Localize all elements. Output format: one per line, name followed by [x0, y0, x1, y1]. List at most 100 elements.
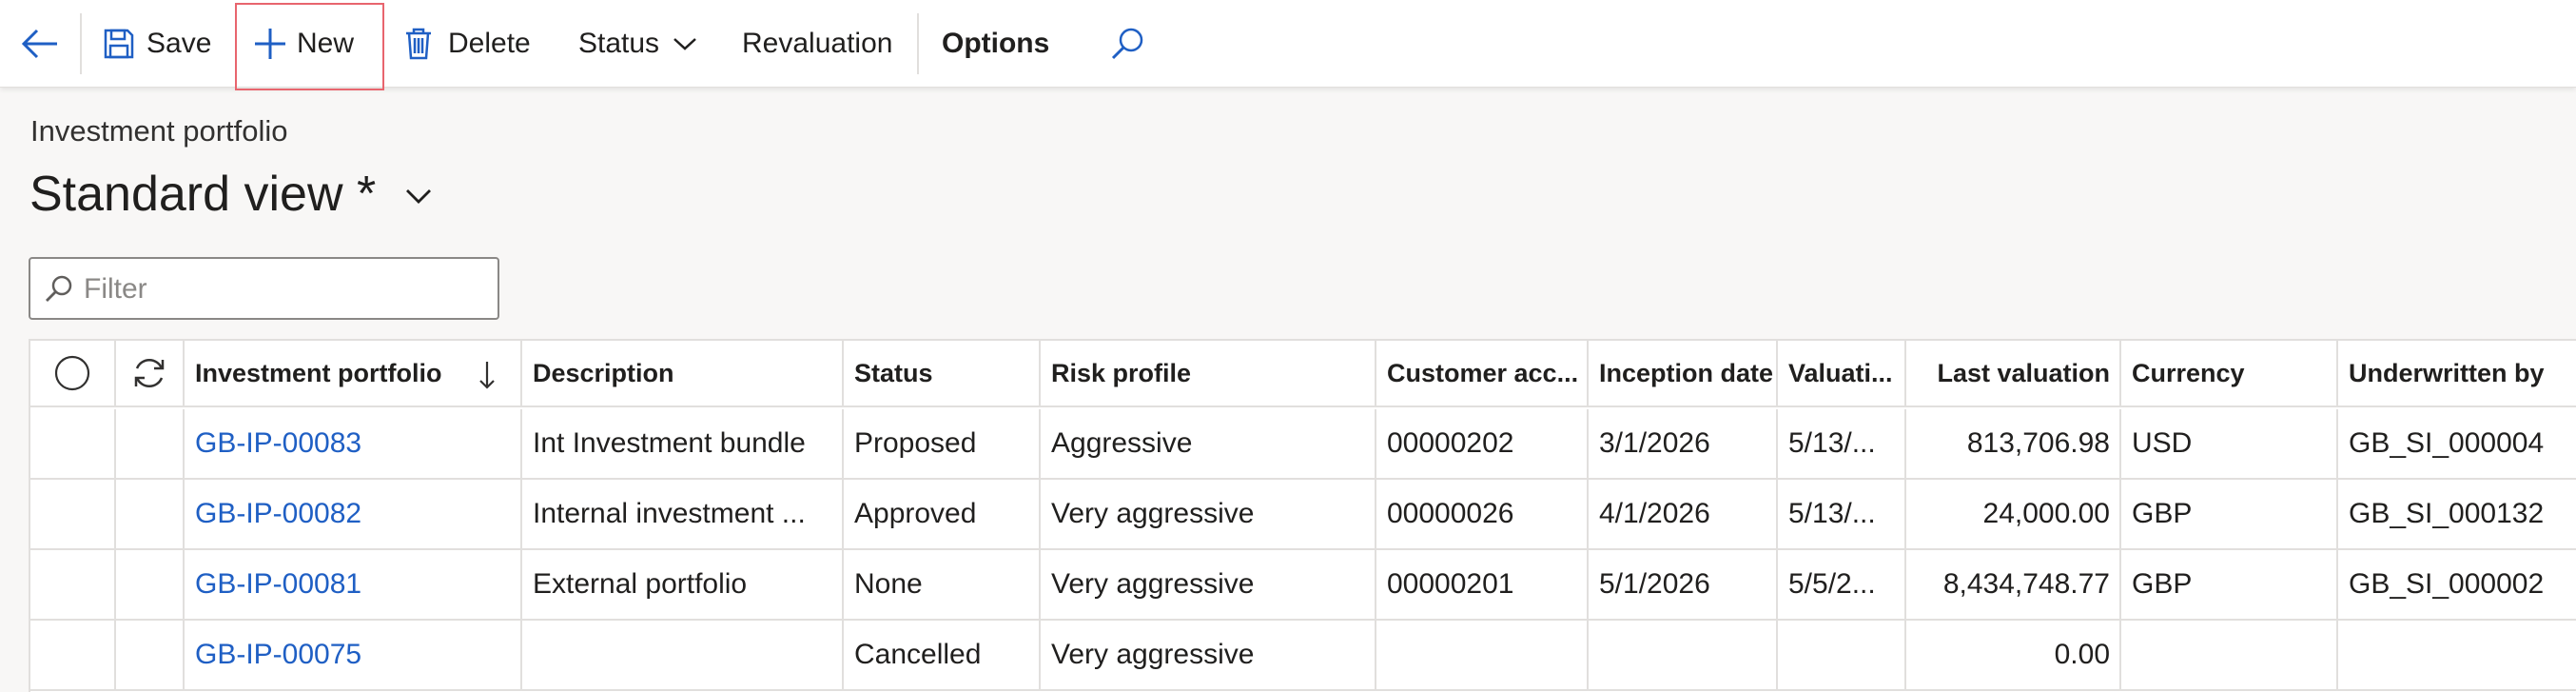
- last-valuation-cell[interactable]: 24,000.00: [1906, 480, 2121, 548]
- filter-input[interactable]: [84, 268, 483, 310]
- column-header-currency[interactable]: Currency: [2121, 341, 2338, 405]
- sort-descending-icon[interactable]: [478, 360, 496, 390]
- customer-account-cell[interactable]: [1376, 621, 1589, 689]
- portfolio-id-link[interactable]: GB-IP-00082: [185, 480, 522, 548]
- risk-profile-value: Very aggressive: [1051, 568, 1255, 600]
- table-row[interactable]: GB-IP-00082 Internal investment ... Appr…: [30, 480, 2576, 550]
- portfolio-id[interactable]: GB-IP-00083: [185, 427, 361, 460]
- customer-account-cell[interactable]: 00000201: [1376, 550, 1589, 619]
- valuation-date-value: 5/13/...: [1788, 427, 1876, 459]
- currency-cell[interactable]: USD: [2121, 409, 2338, 478]
- risk-profile-cell[interactable]: Very aggressive: [1041, 550, 1376, 619]
- currency-value: USD: [2132, 427, 2193, 459]
- delete-button[interactable]: Delete: [404, 0, 531, 88]
- underwritten-by-cell[interactable]: [2338, 621, 2576, 689]
- valuation-date-cell[interactable]: [1778, 621, 1906, 689]
- valuation-date-cell[interactable]: 5/13/...: [1778, 409, 1906, 478]
- toolbar-divider: [80, 13, 82, 74]
- column-header-label: Underwritten by: [2349, 358, 2545, 387]
- currency-value: GBP: [2132, 498, 2193, 529]
- revaluation-label: Revaluation: [742, 28, 893, 59]
- column-header-customer-account[interactable]: Customer acc...: [1376, 341, 1589, 405]
- refresh-button[interactable]: [116, 341, 185, 405]
- inception-date-cell[interactable]: 3/1/2026: [1589, 409, 1778, 478]
- currency-cell[interactable]: [2121, 621, 2338, 689]
- customer-account-cell[interactable]: 00000202: [1376, 409, 1589, 478]
- column-header-last-valuation[interactable]: Last valuation: [1906, 341, 2121, 405]
- column-header-label: Description: [533, 358, 674, 387]
- inception-date-cell[interactable]: 4/1/2026: [1589, 480, 1778, 548]
- toolbar-divider: [917, 13, 919, 74]
- portfolio-id[interactable]: GB-IP-00082: [185, 498, 361, 530]
- view-chevron-down-icon[interactable]: [404, 187, 433, 206]
- risk-profile-cell[interactable]: Very aggressive: [1041, 621, 1376, 689]
- status-cell[interactable]: Proposed: [844, 409, 1041, 478]
- portfolio-id-link[interactable]: GB-IP-00081: [185, 550, 522, 619]
- column-header-description[interactable]: Description: [522, 341, 844, 405]
- status-cell[interactable]: Approved: [844, 480, 1041, 548]
- options-tab[interactable]: Options: [942, 0, 1049, 88]
- description-cell[interactable]: Int Investment bundle: [522, 409, 844, 478]
- column-header-underwritten-by[interactable]: Underwritten by: [2338, 341, 2576, 405]
- column-header-risk-profile[interactable]: Risk profile: [1041, 341, 1376, 405]
- portfolio-id[interactable]: GB-IP-00075: [185, 639, 361, 671]
- column-header-investment-portfolio[interactable]: Investment portfolio: [185, 341, 522, 405]
- last-valuation-cell[interactable]: 0.00: [1906, 621, 2121, 689]
- row-select-cell[interactable]: [30, 621, 116, 689]
- status-value: Approved: [854, 498, 977, 529]
- view-selector-title[interactable]: Standard view *: [29, 164, 376, 225]
- risk-profile-value: Aggressive: [1051, 427, 1193, 459]
- save-label: Save: [146, 28, 212, 59]
- description-cell[interactable]: Internal investment ...: [522, 480, 844, 548]
- description-value: Int Investment bundle: [533, 427, 806, 459]
- column-header-label: Last valuation: [1937, 358, 2110, 387]
- table-row[interactable]: GB-IP-00081 External portfolio None Very…: [30, 550, 2576, 621]
- customer-account-cell[interactable]: 00000026: [1376, 480, 1589, 548]
- table-row[interactable]: GB-IP-00075 Cancelled Very aggressive 0.…: [30, 621, 2576, 691]
- table-row[interactable]: GB-IP-00083 Int Investment bundle Propos…: [30, 409, 2576, 480]
- search-button[interactable]: [1109, 0, 1145, 88]
- valuation-date-value: 5/13/...: [1788, 498, 1876, 529]
- portfolio-id[interactable]: GB-IP-00081: [185, 568, 361, 601]
- search-icon: [1111, 28, 1143, 60]
- risk-profile-cell[interactable]: Very aggressive: [1041, 480, 1376, 548]
- inception-date-cell[interactable]: [1589, 621, 1778, 689]
- currency-cell[interactable]: GBP: [2121, 550, 2338, 619]
- last-valuation-value: 0.00: [2054, 639, 2110, 670]
- description-cell[interactable]: External portfolio: [522, 550, 844, 619]
- customer-account-value: 00000201: [1387, 568, 1514, 600]
- save-button[interactable]: Save: [103, 0, 211, 88]
- underwritten-by-cell[interactable]: GB_SI_000004: [2338, 409, 2576, 478]
- risk-profile-cell[interactable]: Aggressive: [1041, 409, 1376, 478]
- portfolio-id-link[interactable]: GB-IP-00083: [185, 409, 522, 478]
- valuation-date-cell[interactable]: 5/13/...: [1778, 480, 1906, 548]
- save-icon: [104, 29, 134, 59]
- select-all-checkbox[interactable]: [30, 341, 116, 405]
- underwritten-by-cell[interactable]: GB_SI_000132: [2338, 480, 2576, 548]
- status-cell[interactable]: None: [844, 550, 1041, 619]
- back-button[interactable]: [19, 0, 63, 88]
- status-cell[interactable]: Cancelled: [844, 621, 1041, 689]
- row-select-cell[interactable]: [30, 480, 116, 548]
- row-select-cell[interactable]: [30, 409, 116, 478]
- options-label: Options: [942, 28, 1050, 59]
- status-menu-button[interactable]: Status: [578, 0, 697, 88]
- currency-value: GBP: [2132, 568, 2193, 600]
- column-header-valuation-date[interactable]: Valuati...: [1778, 341, 1906, 405]
- valuation-date-cell[interactable]: 5/5/2...: [1778, 550, 1906, 619]
- column-header-label: Risk profile: [1051, 358, 1192, 387]
- underwritten-by-cell[interactable]: GB_SI_000002: [2338, 550, 2576, 619]
- column-header-inception-date[interactable]: Inception date: [1589, 341, 1778, 405]
- last-valuation-cell[interactable]: 813,706.98: [1906, 409, 2121, 478]
- description-cell[interactable]: [522, 621, 844, 689]
- inception-date-cell[interactable]: 5/1/2026: [1589, 550, 1778, 619]
- refresh-icon: [134, 359, 165, 387]
- row-marker-cell: [116, 409, 185, 478]
- filter-box[interactable]: [29, 257, 499, 320]
- currency-cell[interactable]: GBP: [2121, 480, 2338, 548]
- row-select-cell[interactable]: [30, 550, 116, 619]
- column-header-status[interactable]: Status: [844, 341, 1041, 405]
- last-valuation-cell[interactable]: 8,434,748.77: [1906, 550, 2121, 619]
- revaluation-button[interactable]: Revaluation: [742, 0, 892, 88]
- portfolio-id-link[interactable]: GB-IP-00075: [185, 621, 522, 689]
